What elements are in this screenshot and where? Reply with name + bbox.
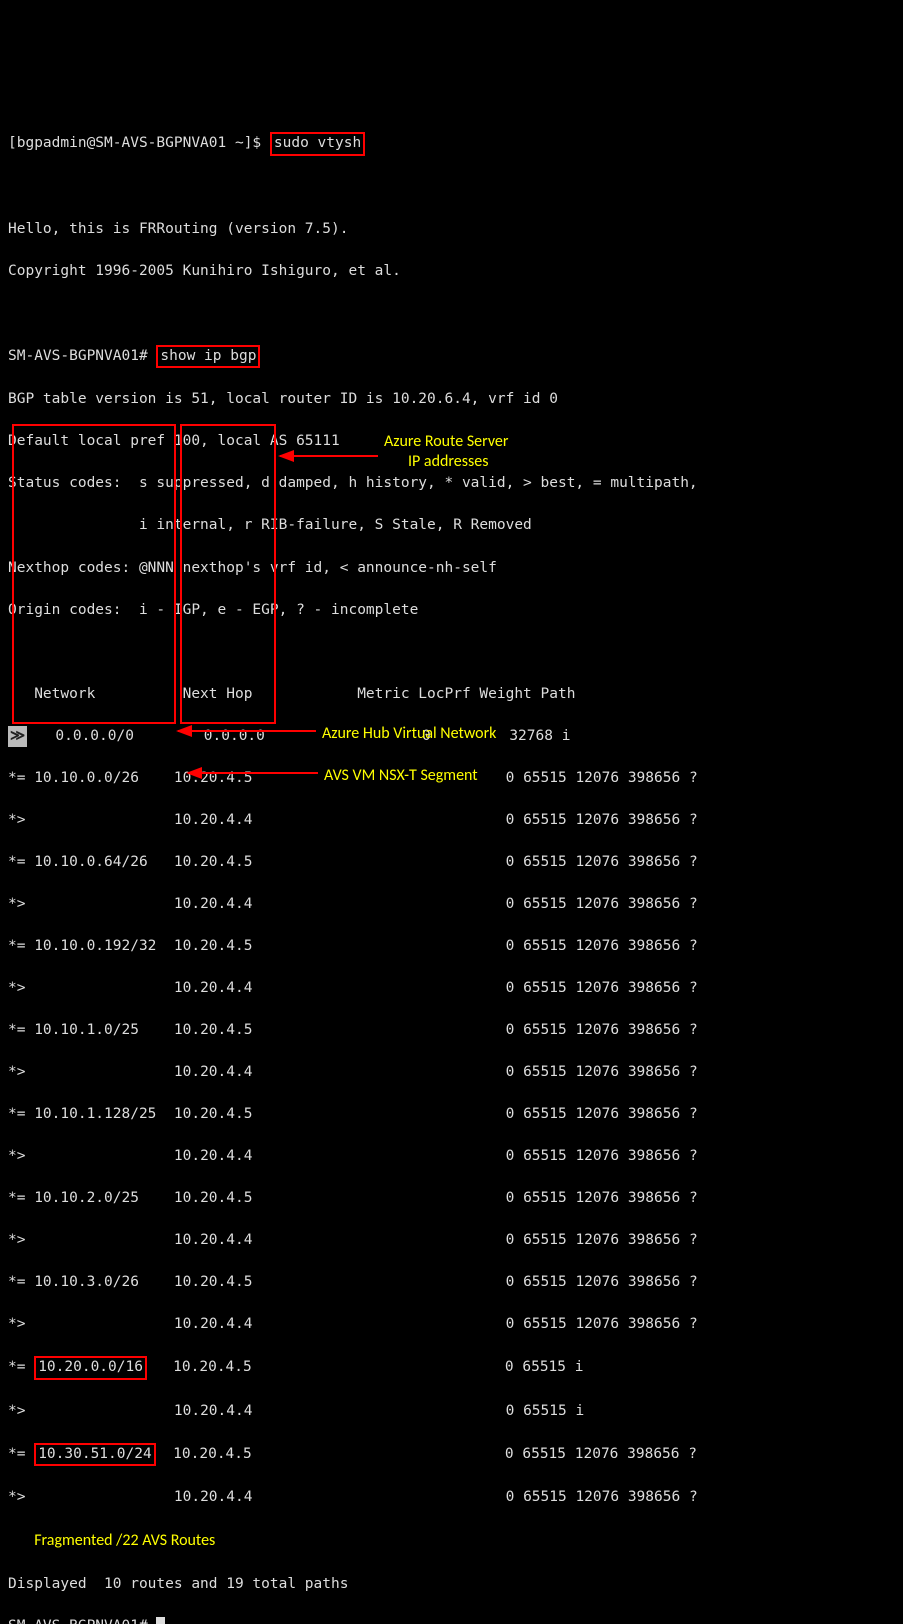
bgp-route-row: *= 10.10.2.0/25 10.20.4.5 0 65515 12076 … [8,1188,895,1209]
annotation-hub-vnet-label: Azure Hub Virtual Network [322,722,496,745]
blank-line [8,177,895,198]
bgp-column-header: Network Next Hop Metric LocPrf Weight Pa… [8,684,895,705]
bgp-route-row: *= 10.20.0.0/16 10.20.4.5 0 65515 i [8,1356,895,1380]
bgp-route-row: *= 10.10.3.0/26 10.20.4.5 0 65515 12076 … [8,1272,895,1293]
bgp-route-row: *> 10.20.4.4 0 65515 12076 398656 ? [8,894,895,915]
shell-prompt-line-1: [bgpadmin@SM-AVS-BGPNVA01 ~]$ sudo vtysh [8,132,895,156]
bgp-route-row: *> 10.20.4.4 0 65515 12076 398656 ? [8,1487,895,1508]
bgp-route-row: *> 10.20.4.4 0 65515 12076 398656 ? [8,1062,895,1083]
bgp-route-row: *= 10.30.51.0/24 10.20.4.5 0 65515 12076… [8,1443,895,1467]
route-avs-segment: 10.30.51.0/24 [34,1443,156,1467]
bgp-header-line-3: Status codes: s suppressed, d damped, h … [8,473,895,494]
route-hub-vnet: 10.20.0.0/16 [34,1356,147,1380]
bgp-route-row: *> 10.20.4.4 0 65515 12076 398656 ? [8,1230,895,1251]
scroll-indicator: ≫ [8,726,27,747]
command-sudo-vtysh: sudo vtysh [270,132,365,156]
bgp-route-row: *= 10.10.0.192/32 10.20.4.5 0 65515 1207… [8,936,895,957]
cursor-icon [156,1617,165,1624]
bgp-route-row: *> 10.20.4.4 0 65515 i [8,1401,895,1422]
bgp-header-line-5: Nexthop codes: @NNN nexthop's vrf id, < … [8,558,895,579]
shell-prompt-1: [bgpadmin@SM-AVS-BGPNVA01 ~]$ [8,135,270,151]
annotation-route-server-label2: IP addresses [408,450,488,473]
annotation-fragmented-label: Fragmented /22 AVS Routes [34,1531,215,1550]
bgp-route-row: *= 10.10.1.0/25 10.20.4.5 0 65515 12076 … [8,1020,895,1041]
frr-banner-line-2: Copyright 1996-2005 Kunihiro Ishiguro, e… [8,261,895,282]
bgp-route-row: *= 10.10.1.128/25 10.20.4.5 0 65515 1207… [8,1104,895,1125]
bgp-route-row: *> 10.20.4.4 0 65515 12076 398656 ? [8,978,895,999]
blank-line [8,642,895,663]
command-show-ip-bgp: show ip bgp [156,345,260,369]
vtysh-prompt: SM-AVS-BGPNVA01# [8,348,156,364]
bgp-header-line-6: Origin codes: i - IGP, e - EGP, ? - inco… [8,600,895,621]
vtysh-prompt-end: SM-AVS-BGPNVA01# [8,1616,895,1624]
bgp-route-row: *> 10.20.4.4 0 65515 12076 398656 ? [8,810,895,831]
bgp-route-row: *> 10.20.4.4 0 65515 12076 398656 ? [8,1314,895,1335]
bgp-header-line-1: BGP table version is 51, local router ID… [8,389,895,410]
terminal-window[interactable]: [bgpadmin@SM-AVS-BGPNVA01 ~]$ sudo vtysh… [8,90,895,1624]
bgp-route-row: *= 10.10.0.64/26 10.20.4.5 0 65515 12076… [8,852,895,873]
annotation-avs-segment-label: AVS VM NSX-T Segment [324,764,478,787]
blank-line [8,303,895,324]
vtysh-prompt-line: SM-AVS-BGPNVA01# show ip bgp [8,345,895,369]
bgp-header-line-4: i internal, r RIB-failure, S Stale, R Re… [8,515,895,536]
annotation-fragmented: Fragmented /22 AVS Routes [8,1529,895,1552]
bgp-route-row: *> 10.20.4.4 0 65515 12076 398656 ? [8,1146,895,1167]
frr-banner-line-1: Hello, this is FRRouting (version 7.5). [8,219,895,240]
bgp-footer-line: Displayed 10 routes and 19 total paths [8,1574,895,1595]
